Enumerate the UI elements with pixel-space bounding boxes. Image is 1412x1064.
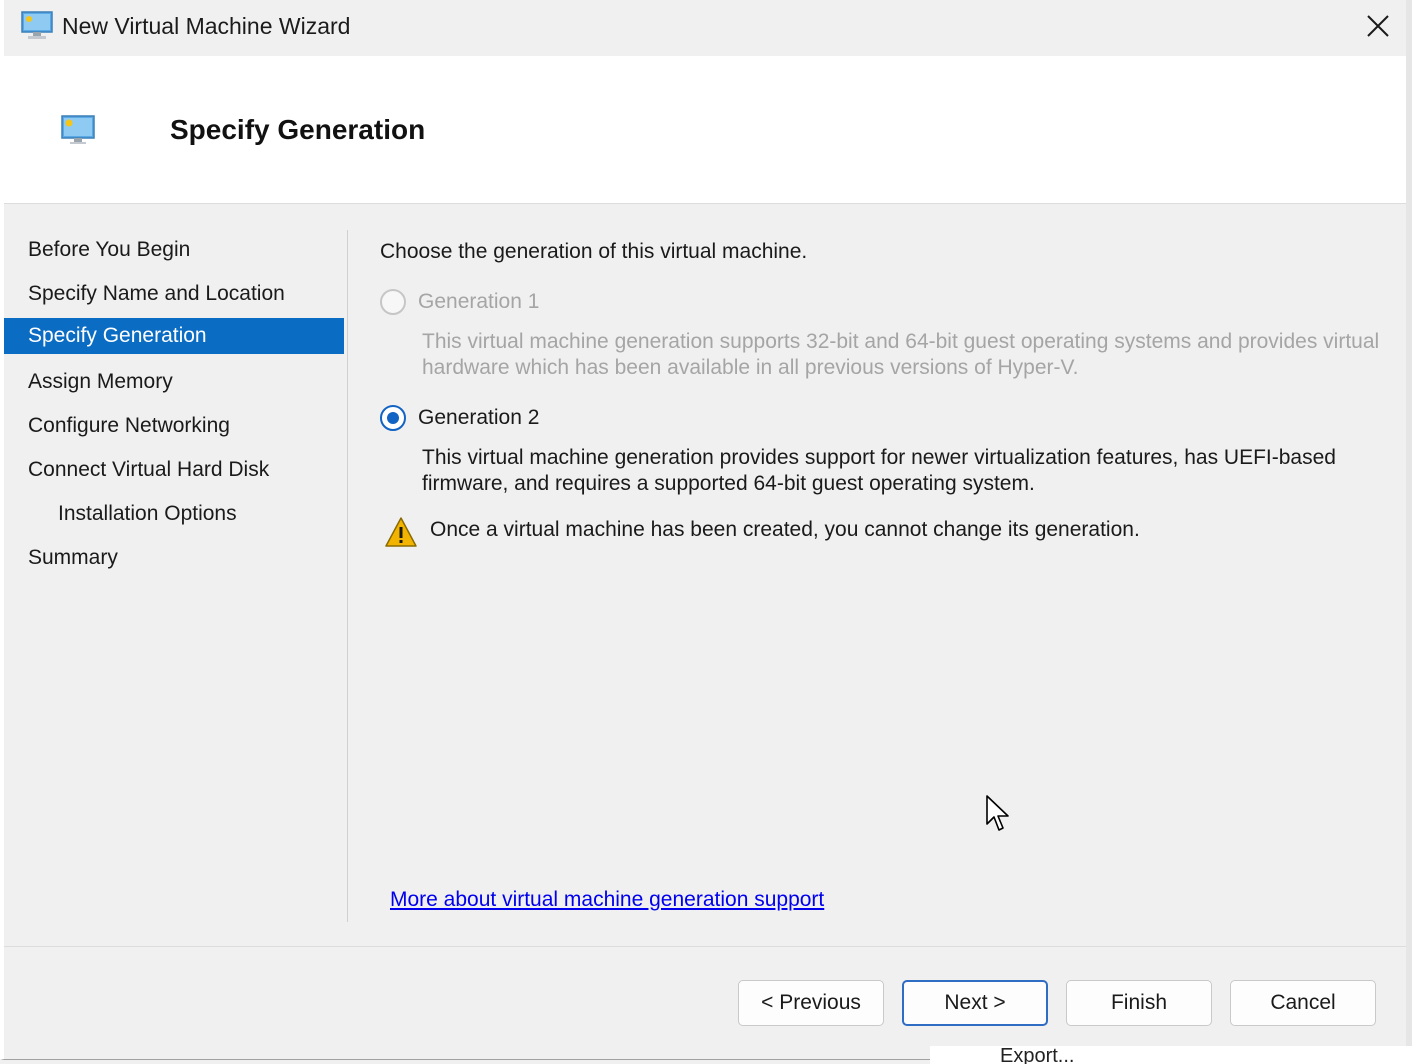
generation-prompt: Choose the generation of this virtual ma…	[380, 240, 808, 263]
step-assign-memory[interactable]: Assign Memory	[4, 364, 344, 400]
generation-1-radio[interactable]	[380, 289, 406, 315]
step-specify-generation[interactable]: Specify Generation	[4, 318, 344, 354]
generation-2-label: Generation 2	[418, 406, 540, 429]
step-summary[interactable]: Summary	[4, 540, 344, 576]
virtual-machine-icon	[61, 115, 95, 144]
title-bar: New Virtual Machine Wizard	[4, 0, 1410, 52]
next-button[interactable]: Next >	[902, 980, 1048, 1026]
background-window-edge	[1406, 0, 1412, 1064]
background-partial-text: Export...	[1000, 1046, 1075, 1064]
close-button[interactable]	[1352, 4, 1404, 48]
wizard-steps-nav: Before You Begin Specify Name and Locati…	[4, 230, 348, 922]
step-configure-networking[interactable]: Configure Networking	[4, 408, 344, 444]
step-connect-virtual-hard-disk[interactable]: Connect Virtual Hard Disk	[4, 452, 344, 488]
generation-2-option[interactable]: Generation 2	[380, 402, 539, 434]
wizard-window: New Virtual Machine Wizard Specify Gener…	[0, 0, 1410, 1060]
virtual-machine-icon	[21, 11, 53, 39]
more-about-generation-link[interactable]: More about virtual machine generation su…	[390, 886, 824, 914]
generation-1-label: Generation 1	[418, 290, 540, 313]
generation-1-description: This virtual machine generation supports…	[422, 330, 1380, 379]
footer-divider	[4, 946, 1410, 947]
generation-1-option[interactable]: Generation 1	[380, 286, 539, 318]
warning-text: Once a virtual machine has been created,…	[430, 518, 1140, 541]
generation-2-radio[interactable]	[380, 405, 406, 431]
wizard-header: Specify Generation	[4, 56, 1410, 204]
generation-warning: Once a virtual machine has been created,…	[384, 516, 1140, 548]
mouse-pointer-icon	[986, 795, 1009, 831]
background-window-bottom: Export...	[930, 1046, 1412, 1064]
step-before-you-begin[interactable]: Before You Begin	[4, 232, 344, 268]
close-icon	[1367, 15, 1389, 37]
finish-button[interactable]: Finish	[1066, 980, 1212, 1026]
cancel-button[interactable]: Cancel	[1230, 980, 1376, 1026]
generation-2-description: This virtual machine generation provides…	[422, 446, 1336, 495]
step-installation-options[interactable]: Installation Options	[4, 496, 344, 532]
page-title: Specify Generation	[170, 114, 426, 145]
previous-button[interactable]: < Previous	[738, 980, 884, 1026]
generation-panel: Choose the generation of this virtual ma…	[380, 230, 1390, 930]
warning-icon	[385, 517, 417, 547]
step-specify-name-and-location[interactable]: Specify Name and Location	[4, 276, 344, 312]
window-title: New Virtual Machine Wizard	[62, 13, 351, 39]
